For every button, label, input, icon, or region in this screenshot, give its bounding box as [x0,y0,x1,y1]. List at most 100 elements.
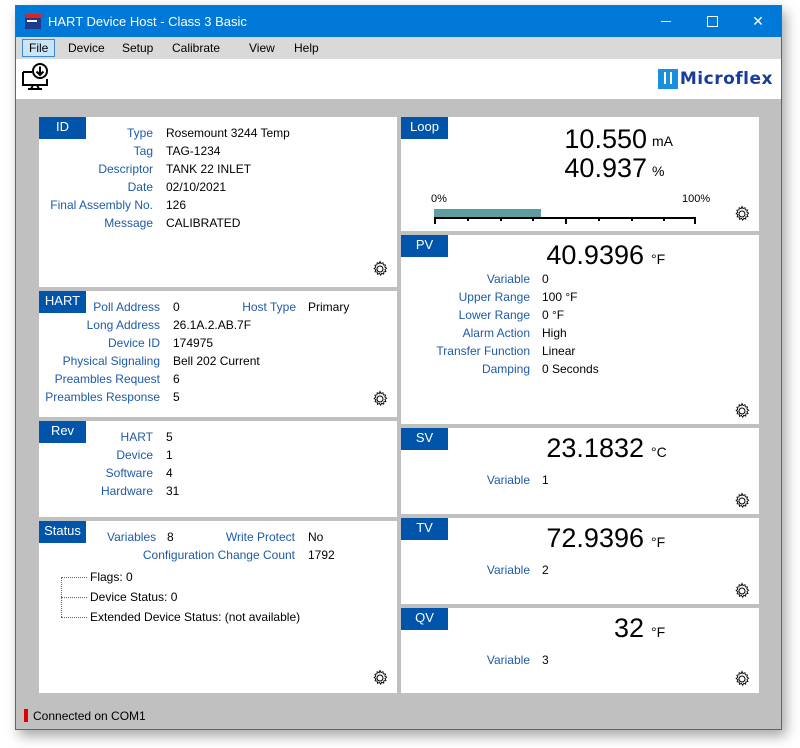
tv-variable-value: 2 [542,563,549,577]
bar-max-label: 100% [682,193,711,205]
gear-icon[interactable] [733,402,751,420]
loop-bar-tick [663,217,665,221]
rev-software-label: Software [105,466,153,480]
loop-bar-tick [598,217,600,221]
gear-icon[interactable] [371,260,389,278]
loop-bar-tick [631,217,633,221]
minimize-icon [661,21,671,22]
tv-tag: TV [401,518,448,540]
logo-mark-icon [657,69,678,89]
computer-download-icon[interactable] [20,63,50,93]
loop-bar-tick [565,217,567,224]
rev-hart-label: HART [120,430,153,444]
long-address-value: 26.1A.2.AB.7F [173,318,252,332]
loop-percent-unit: % [652,163,665,179]
microflex-logo: Microflex [657,67,773,91]
qv-panel: QV 32 °F Variable 3 [401,608,759,693]
close-button[interactable]: ✕ [735,6,781,37]
preambles-response-label: Preambles Response [45,390,160,404]
preambles-request-label: Preambles Request [54,372,160,386]
loop-percent-value: 40.937 [564,153,647,183]
poll-address-value: 0 [173,300,180,314]
connection-indicator-icon [24,709,28,722]
qv-variable-value: 3 [542,653,549,667]
lower-range-label: Lower Range [458,308,530,322]
gear-icon[interactable] [733,670,751,688]
loop-tag: Loop [401,117,448,139]
menu-file[interactable]: File [22,39,56,57]
tree-branch [61,617,87,618]
write-protect-value: No [308,530,324,544]
sv-unit: °C [651,444,667,460]
menu-view[interactable]: View [243,39,281,57]
variables-label: Variables [107,530,157,544]
qv-value: 32 [613,613,644,643]
tree-item-flags[interactable]: Flags: 0 [90,570,133,584]
loop-bar-tick [434,217,436,224]
title-bar[interactable]: HART Device Host - Class 3 Basic ✕ [16,6,781,37]
hart-panel: HART Poll Address 0 Host Type Primary Lo… [39,291,397,417]
id-tag-label: Tag [133,144,153,158]
loop-bar [434,209,696,224]
id-descriptor-label: Descriptor [98,162,153,176]
pv-unit: °F [651,251,666,267]
menu-help[interactable]: Help [288,39,325,57]
loop-panel: Loop 10.550 mA 40.937 % 0% 100% [401,117,759,231]
config-change-count-label: Configuration Change Count [142,548,295,562]
minimize-button[interactable] [643,6,689,37]
menu-device[interactable]: Device [62,39,111,57]
hart-tag: HART [39,291,86,313]
damping-value: 0 Seconds [542,362,599,376]
maximize-button[interactable] [689,6,735,37]
id-message-value: CALIBRATED [166,216,241,230]
loop-bar-tick [500,217,502,221]
pv-variable-value: 0 [542,272,549,286]
gear-icon[interactable] [733,205,751,223]
sv-panel: SV 23.1832 °C Variable 1 [401,428,759,514]
preambles-response-value: 5 [173,390,180,404]
transfer-function-value: Linear [542,344,576,358]
qv-variable-label: Variable [486,653,530,667]
id-date-label: Date [127,180,153,194]
tv-variable-label: Variable [486,563,530,577]
physical-signaling-value: Bell 202 Current [173,354,260,368]
alarm-action-label: Alarm Action [462,326,530,340]
tv-panel: TV 72.9396 °F Variable 2 [401,518,759,604]
variables-value: 8 [167,530,174,544]
qv-tag: QV [401,608,448,630]
upper-range-label: Upper Range [458,290,530,304]
maximize-icon [706,16,718,27]
id-tag-value: TAG-1234 [166,144,221,158]
menu-setup[interactable]: Setup [116,39,159,57]
status-bar: Connected on COM1 [16,704,781,728]
menu-calibrate[interactable]: Calibrate [166,39,226,57]
sv-variable-value: 1 [542,473,549,487]
tree-branch [61,577,87,578]
gear-icon[interactable] [371,669,389,687]
id-type-value: Rosemount 3244 Temp [166,126,290,140]
sv-variable-label: Variable [486,473,530,487]
transfer-function-label: Transfer Function [436,344,530,358]
pv-panel: PV 40.9396 °F Variable 0 Upper Range 100… [401,235,759,424]
config-change-count-value: 1792 [308,548,335,562]
id-tag: ID [39,117,86,139]
tree-item-device-status[interactable]: Device Status: 0 [90,590,177,604]
rev-hardware-label: Hardware [100,484,153,498]
gear-icon[interactable] [733,582,751,600]
loop-current-value: 10.550 [564,124,647,154]
pv-variable-label: Variable [486,272,530,286]
id-date-value: 02/10/2021 [166,180,227,194]
id-type-label: Type [126,126,153,140]
qv-unit: °F [651,624,666,640]
device-id-value: 174975 [173,336,214,350]
long-address-label: Long Address [86,318,160,332]
pv-tag: PV [401,235,448,257]
tree-item-extended-status[interactable]: Extended Device Status: (not available) [90,610,300,624]
status-panel: Status Variables 8 Write Protect No Conf… [39,521,397,693]
lower-range-value: 0 °F [542,308,565,322]
rev-tag: Rev [39,421,86,443]
id-descriptor-value: TANK 22 INLET [166,162,252,176]
close-icon: ✕ [752,13,764,29]
gear-icon[interactable] [371,390,389,408]
gear-icon[interactable] [733,492,751,510]
